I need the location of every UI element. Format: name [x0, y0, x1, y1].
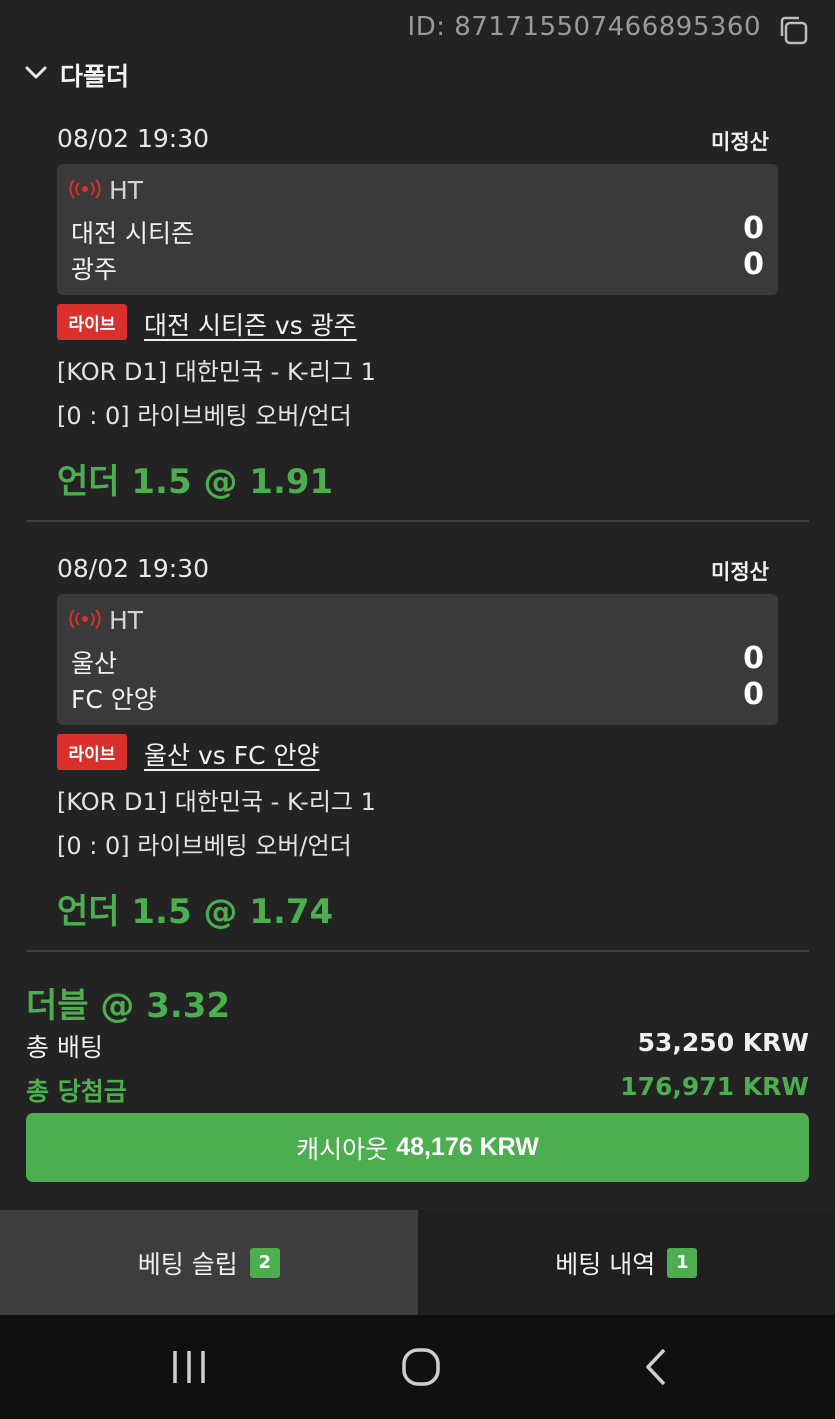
chevron-down-icon	[24, 65, 48, 85]
home-score: 0	[743, 641, 764, 676]
match-card: 08/02 19:30 미정산 HT 울산 0 FC 안양 0 라이브 울산 v…	[26, 554, 809, 934]
cashout-amount: 48,176 KRW	[396, 1133, 539, 1161]
settlement-status: 미정산	[711, 130, 769, 154]
live-badge: 라이브	[57, 734, 127, 770]
match-datetime: 08/02 19:30	[57, 124, 210, 153]
total-win-label: 총 당첨금	[26, 1077, 127, 1106]
tab-label: 베팅 슬립	[137, 1249, 238, 1279]
copy-icon[interactable]	[777, 14, 809, 46]
home-team: 울산	[71, 649, 118, 678]
bet-id: ID: 8717155074668953​60	[407, 12, 761, 42]
match-period: HT	[109, 176, 144, 205]
total-stake-label: 총 배팅	[26, 1033, 103, 1062]
top-bar: ID: 8717155074668953​60	[0, 0, 835, 56]
live-badge: 라이브	[57, 304, 127, 340]
market-name: [0 : 0] 라이브베팅 오버/언더	[57, 832, 352, 860]
match-title-link[interactable]: 대전 시티즌 vs 광주	[144, 306, 357, 342]
folder-toggle[interactable]: 다폴더	[24, 58, 129, 92]
divider	[26, 520, 809, 522]
away-score: 0	[743, 247, 764, 282]
league-name: [KOR D1] 대한민국 - K-리그 1	[57, 358, 376, 386]
match-period: HT	[109, 606, 144, 635]
scoreboard: HT 대전 시티즌 0 광주 0	[57, 164, 778, 295]
match-title-link[interactable]: 울산 vs FC 안양	[144, 736, 320, 772]
bet-tab-bar: 베팅 슬립 2 베팅 내역 1	[0, 1210, 835, 1315]
tab-bet-slip[interactable]: 베팅 슬립 2	[0, 1210, 418, 1315]
bet-type-odds: 더블 @ 3.32	[26, 986, 231, 1026]
cashout-label: 캐시아웃	[296, 1135, 389, 1164]
live-broadcast-icon	[69, 608, 101, 633]
total-stake-row: 총 배팅 53,250 KRW	[26, 1028, 809, 1062]
folder-title: 다폴더	[60, 62, 130, 91]
home-score: 0	[743, 211, 764, 246]
back-icon[interactable]	[632, 1347, 682, 1387]
away-team: FC 안양	[71, 685, 157, 714]
count-badge: 2	[249, 1247, 280, 1278]
league-name: [KOR D1] 대한민국 - K-리그 1	[57, 788, 376, 816]
home-team: 대전 시티즌	[71, 219, 194, 248]
away-score: 0	[743, 677, 764, 712]
system-nav-bar	[0, 1315, 835, 1419]
match-card: 08/02 19:30 미정산 HT 대전 시티즌 0 광주 0 라이브 대전 …	[26, 124, 809, 504]
settlement-status: 미정산	[711, 560, 769, 584]
divider	[26, 950, 809, 952]
total-win-row: 총 당첨금 176,971 KRW	[26, 1072, 809, 1106]
home-icon[interactable]	[396, 1347, 446, 1387]
tab-label: 베팅 내역	[555, 1249, 656, 1279]
recent-apps-icon[interactable]	[164, 1347, 214, 1387]
away-team: 광주	[71, 255, 118, 284]
live-broadcast-icon	[69, 178, 101, 203]
cashout-button[interactable]: 캐시아웃 48,176 KRW	[26, 1113, 809, 1182]
selection-odds: 언더 1.5 @ 1.91	[57, 462, 334, 502]
market-name: [0 : 0] 라이브베팅 오버/언더	[57, 402, 352, 430]
selection-odds: 언더 1.5 @ 1.74	[57, 892, 334, 932]
tab-bet-history[interactable]: 베팅 내역 1	[417, 1210, 835, 1315]
count-badge: 1	[667, 1247, 698, 1278]
match-datetime: 08/02 19:30	[57, 554, 210, 583]
total-win-value: 176,971 KRW	[620, 1072, 809, 1101]
total-stake-value: 53,250 KRW	[637, 1028, 809, 1057]
scoreboard: HT 울산 0 FC 안양 0	[57, 594, 778, 725]
